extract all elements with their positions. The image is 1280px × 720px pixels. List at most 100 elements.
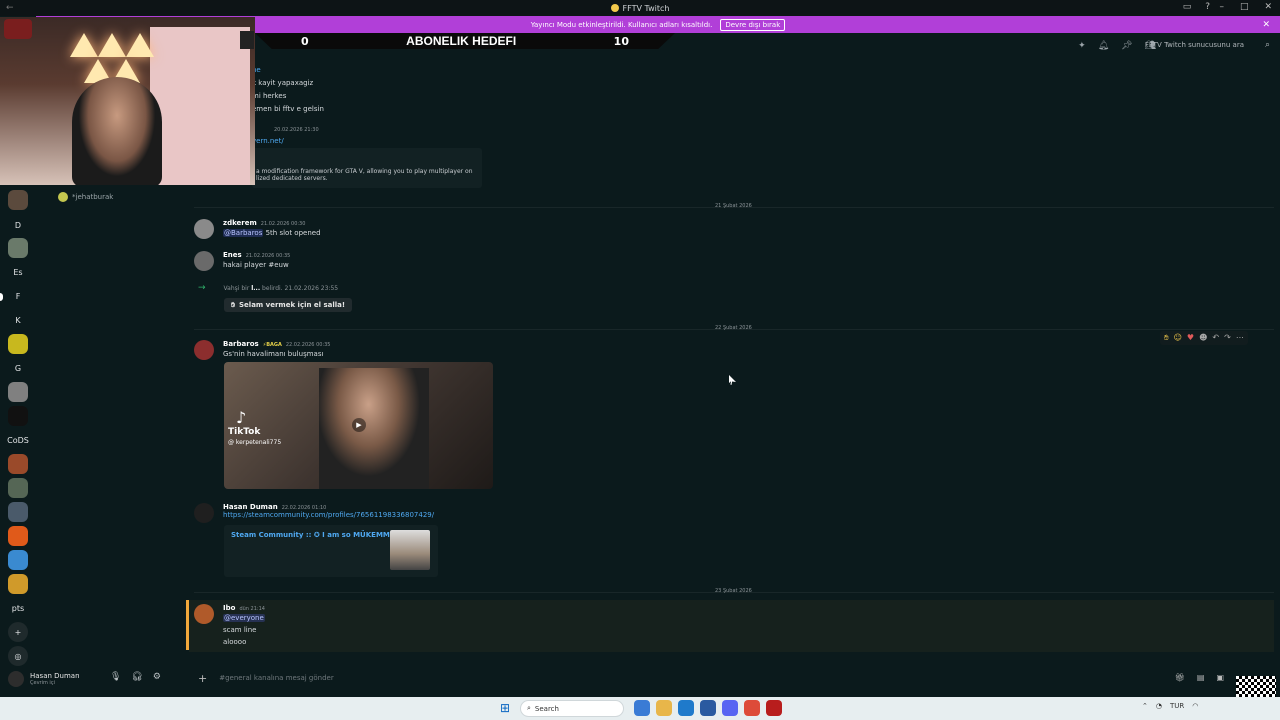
- disable-streamer-mode-button[interactable]: Devre dışı bırak: [720, 18, 786, 31]
- discord-icon[interactable]: [722, 700, 738, 716]
- network-icon[interactable]: ◔: [1156, 702, 1162, 710]
- date-divider-label: 21 Şubat 2026: [715, 203, 752, 209]
- server-icon[interactable]: [8, 238, 28, 258]
- reaction-heart-icon[interactable]: ♥: [1187, 333, 1194, 343]
- gif-icon[interactable]: ▤: [1197, 673, 1205, 682]
- tiktok-icon: ♪: [236, 408, 247, 427]
- taskbar-app-icon[interactable]: [700, 700, 716, 716]
- headphones-icon[interactable]: 🎧︎: [131, 672, 142, 682]
- server-icon-ffm[interactable]: [8, 526, 28, 546]
- start-icon[interactable]: ⊞: [500, 701, 514, 715]
- screen-share-icon[interactable]: ▭: [1183, 2, 1192, 12]
- message-author[interactable]: zdkerem: [223, 219, 257, 227]
- everyone-mention[interactable]: @everyone: [223, 614, 265, 622]
- message-author[interactable]: Barbaros: [223, 340, 259, 348]
- add-server-icon[interactable]: +: [8, 622, 28, 642]
- chrome-icon[interactable]: [744, 700, 760, 716]
- server-icon[interactable]: [8, 382, 28, 402]
- server-icon-pts[interactable]: pts: [8, 598, 28, 618]
- reaction-smile-icon[interactable]: ☺: [1174, 333, 1182, 343]
- edge-icon[interactable]: [678, 700, 694, 716]
- old-link[interactable]: vern.net/: [252, 137, 284, 145]
- message-author[interactable]: Hasan Duman: [223, 503, 278, 511]
- server-icon-es[interactable]: Es: [8, 262, 28, 282]
- wifi-icon[interactable]: ◠: [1192, 702, 1198, 710]
- banner-text: Yayıncı Modu etkinleştirildi. Kullanıcı …: [530, 20, 713, 29]
- server-icon-d[interactable]: D: [8, 215, 28, 235]
- taskbar-app-icon[interactable]: [634, 700, 650, 716]
- old-embed: a modification framework for GTA V, allo…: [252, 148, 482, 188]
- message-author[interactable]: Enes: [223, 251, 242, 259]
- back-icon[interactable]: ←: [6, 3, 14, 13]
- wave-button[interactable]: ✋︎ Selam vermek için el salla!: [224, 298, 353, 312]
- server-icon[interactable]: [8, 478, 28, 498]
- mention-highlight: [189, 600, 1274, 652]
- steam-profile-thumbnail[interactable]: [390, 530, 430, 570]
- old-embed-text: a modification framework for GTA V, allo…: [256, 168, 473, 175]
- server-icon-g[interactable]: G: [8, 358, 28, 378]
- avatar[interactable]: [194, 604, 214, 624]
- tray-chevron-icon[interactable]: ⌃: [1142, 702, 1148, 710]
- threads-icon[interactable]: ✦: [1078, 41, 1086, 51]
- add-reaction-icon[interactable]: ☻: [1199, 333, 1207, 343]
- goal-target: 10: [613, 34, 629, 48]
- maximize-icon[interactable]: □: [1240, 2, 1249, 12]
- minimize-icon[interactable]: –: [1219, 2, 1224, 12]
- taskbar-app-icon[interactable]: [766, 700, 782, 716]
- steam-embed-title[interactable]: Steam Community :: ✪ I am so MÜKEMMEL: [231, 531, 399, 539]
- gear-icon[interactable]: ⚙: [153, 672, 161, 682]
- close-window-icon[interactable]: ✕: [1264, 2, 1272, 12]
- join-user-name[interactable]: l...: [251, 285, 260, 292]
- help-icon[interactable]: ?: [1205, 2, 1210, 12]
- old-line: emen bi fftv e gelsin: [252, 105, 324, 113]
- discover-icon[interactable]: ◎: [8, 646, 28, 666]
- steam-link[interactable]: https://steamcommunity.com/profiles/7656…: [223, 511, 434, 519]
- file-explorer-icon[interactable]: [656, 700, 672, 716]
- avatar[interactable]: [194, 219, 214, 239]
- message-author[interactable]: Ibo: [223, 604, 235, 612]
- avatar[interactable]: [8, 671, 24, 687]
- search-icon: ⌕: [527, 704, 531, 712]
- window-titlebar: ← FFTV Twitch ▭ ? – □ ✕: [0, 0, 1280, 16]
- message-barbaros: Barbaros ⚡BAGA 22.02.2026 00:35 Gs'nin h…: [194, 340, 331, 360]
- server-icon[interactable]: [8, 502, 28, 522]
- sticker-icon[interactable]: ▣: [1216, 673, 1224, 682]
- server-icon[interactable]: [8, 550, 28, 570]
- tiktok-video-embed[interactable]: ♪ TikTok @ kerpetenali775 ▶: [224, 362, 493, 489]
- server-icon-k[interactable]: K: [8, 310, 28, 330]
- reaction-hand-icon[interactable]: ✋︎: [1164, 333, 1169, 343]
- bell-icon[interactable]: 🔔︎: [1098, 41, 1109, 51]
- avatar[interactable]: [194, 251, 214, 271]
- avatar[interactable]: [194, 503, 214, 523]
- server-icon-f[interactable]: F: [8, 286, 28, 306]
- message-text: scam line: [223, 626, 257, 634]
- gift-icon[interactable]: 🎁︎: [1175, 673, 1185, 682]
- avatar[interactable]: [194, 340, 214, 360]
- forward-icon[interactable]: ↷: [1224, 333, 1231, 343]
- microphone-icon[interactable]: 🎙︎: [110, 672, 121, 682]
- pin-icon[interactable]: 📌︎: [1121, 41, 1132, 51]
- tiktok-handle: @ kerpetenali775: [228, 439, 282, 446]
- server-icon-cods[interactable]: CoDS: [7, 430, 29, 450]
- reply-icon[interactable]: ↶: [1212, 333, 1219, 343]
- close-banner-icon[interactable]: ✕: [1262, 20, 1270, 30]
- server-icon[interactable]: [8, 574, 28, 594]
- server-icon-g-logo[interactable]: [8, 334, 28, 354]
- server-icon[interactable]: [8, 406, 28, 426]
- server-icon[interactable]: [8, 190, 28, 210]
- search-icon[interactable]: ⌕: [1265, 40, 1270, 50]
- taskbar-search[interactable]: ⌕ Search: [520, 700, 624, 717]
- more-icon[interactable]: ⋯: [1236, 333, 1244, 343]
- subscription-goal-bar: 0 ABONELIK HEDEFI 10: [255, 33, 675, 49]
- server-icon[interactable]: [8, 454, 28, 474]
- date-divider: 22 Şubat 2026: [194, 325, 1274, 331]
- attach-icon[interactable]: +: [198, 672, 207, 685]
- language-indicator[interactable]: TUR: [1170, 702, 1184, 710]
- server-search-input[interactable]: FFTV Twitch sunucusunu ara: [1145, 41, 1244, 49]
- date-divider: 23 Şubat 2026: [194, 588, 1274, 594]
- voice-channel-user[interactable]: *jehatburak: [58, 192, 113, 202]
- user-mention[interactable]: @Barbaros: [223, 229, 264, 237]
- join-arrow-icon: →: [198, 283, 206, 293]
- play-icon[interactable]: ▶: [352, 418, 366, 432]
- message-input[interactable]: [219, 674, 1120, 682]
